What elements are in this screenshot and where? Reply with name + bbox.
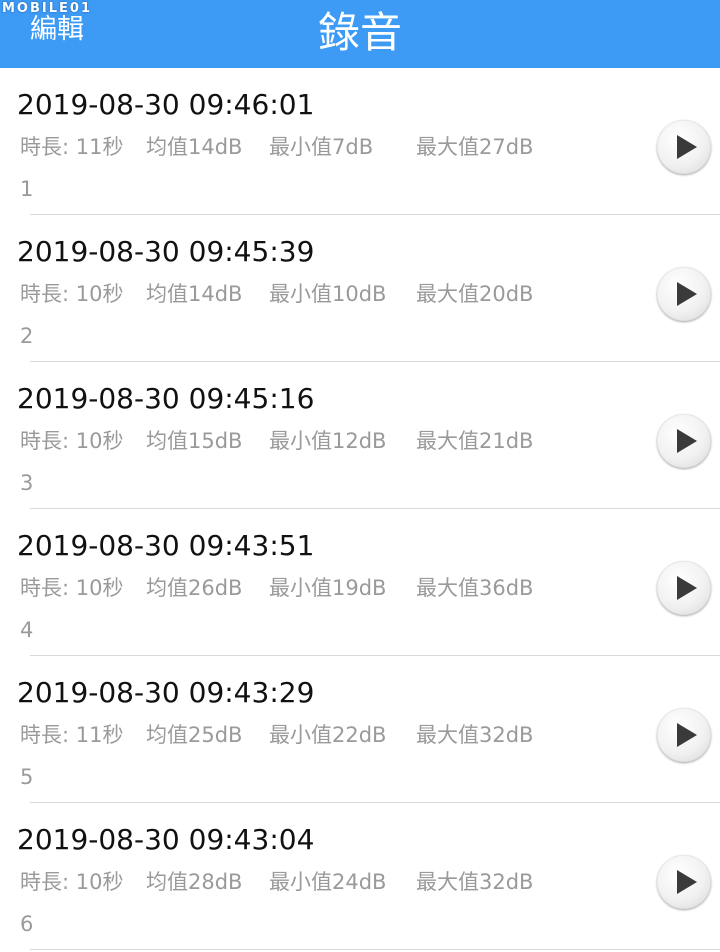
recording-index: 5 [20,765,34,789]
play-button[interactable] [657,267,711,321]
average-level: 均值26dB [146,576,243,600]
play-icon [677,135,697,159]
average-level: 均值14dB [146,135,243,159]
play-icon [677,429,697,453]
minimum-level: 最小值22dB [269,723,387,747]
row-divider [30,949,720,950]
play-icon [677,282,697,306]
minimum-level: 最小值7dB [269,135,374,159]
recording-index: 3 [20,471,34,495]
minimum-level: 最小值19dB [269,576,387,600]
recording-timestamp: 2019-08-30 09:45:16 [17,382,315,415]
average-level: 均值15dB [146,429,243,453]
recording-row[interactable]: 2019-08-30 09:46:01 時長: 11秒 均值14dB 最小值7d… [0,68,720,215]
recording-row[interactable]: 2019-08-30 09:43:51 時長: 10秒 均值26dB 最小值19… [0,509,720,656]
maximum-level: 最大值27dB [416,135,534,159]
recording-timestamp: 2019-08-30 09:45:39 [17,235,315,268]
minimum-level: 最小值12dB [269,429,387,453]
minimum-level: 最小值24dB [269,870,387,894]
recordings-list: 2019-08-30 09:46:01 時長: 11秒 均值14dB 最小值7d… [0,68,720,950]
recording-row[interactable]: 2019-08-30 09:45:39 時長: 10秒 均值14dB 最小值10… [0,215,720,362]
play-button[interactable] [657,855,711,909]
recording-row[interactable]: 2019-08-30 09:45:16 時長: 10秒 均值15dB 最小值12… [0,362,720,509]
recording-row[interactable]: 2019-08-30 09:43:04 時長: 10秒 均值28dB 最小值24… [0,803,720,950]
duration-label: 時長: 10秒 [20,870,124,894]
maximum-level: 最大值36dB [416,576,534,600]
play-button[interactable] [657,561,711,615]
recording-index: 4 [20,618,34,642]
play-icon [677,723,697,747]
play-button[interactable] [657,120,711,174]
maximum-level: 最大值21dB [416,429,534,453]
recording-index: 2 [20,324,34,348]
recording-index: 1 [20,177,34,201]
average-level: 均值28dB [146,870,243,894]
duration-label: 時長: 11秒 [20,723,124,747]
duration-label: 時長: 11秒 [20,135,124,159]
duration-label: 時長: 10秒 [20,576,124,600]
recording-index: 6 [20,912,34,936]
play-button[interactable] [657,708,711,762]
maximum-level: 最大值32dB [416,870,534,894]
recording-row[interactable]: 2019-08-30 09:43:29 時長: 11秒 均值25dB 最小值22… [0,656,720,803]
duration-label: 時長: 10秒 [20,429,124,453]
duration-label: 時長: 10秒 [20,282,124,306]
page-title: 錄音 [317,8,402,57]
minimum-level: 最小值10dB [269,282,387,306]
average-level: 均值25dB [146,723,243,747]
recording-timestamp: 2019-08-30 09:46:01 [17,88,315,121]
play-button[interactable] [657,414,711,468]
recording-timestamp: 2019-08-30 09:43:29 [17,676,315,709]
recording-timestamp: 2019-08-30 09:43:51 [17,529,315,562]
maximum-level: 最大值20dB [416,282,534,306]
maximum-level: 最大值32dB [416,723,534,747]
recording-timestamp: 2019-08-30 09:43:04 [17,823,315,856]
average-level: 均值14dB [146,282,243,306]
play-icon [677,576,697,600]
nav-bar: MOBILE01 編輯 錄音 [0,0,720,68]
play-icon [677,870,697,894]
